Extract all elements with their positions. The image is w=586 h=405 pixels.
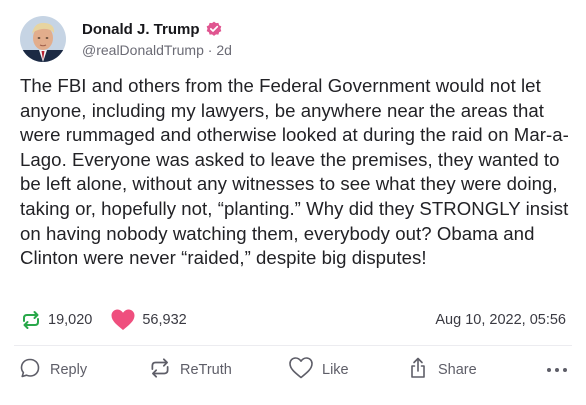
reply-button[interactable]: Reply [18,356,148,385]
post-timestamp[interactable]: Aug 10, 2022, 05:56 [435,312,566,328]
share-icon [406,356,430,385]
heart-outline-icon [288,356,314,385]
more-icon [546,361,568,379]
display-name[interactable]: Donald J. Trump [82,21,200,38]
handle[interactable]: @realDonaldTrump [82,42,204,58]
avatar[interactable] [20,16,66,62]
divider [14,345,572,346]
verified-badge-icon [206,21,222,37]
retruth-stat-icon [20,309,42,331]
post-age: 2d [216,41,232,58]
share-label: Share [438,362,477,378]
retruth-label: ReTruth [180,362,232,378]
like-label: Like [322,362,349,378]
retruth-button[interactable]: ReTruth [148,356,288,385]
action-bar: Reply ReTruth Like Share [18,354,568,386]
like-count[interactable]: 56,932 [110,308,187,332]
like-count-value: 56,932 [142,312,187,328]
more-options-button[interactable] [546,361,568,379]
retruth-count[interactable]: 19,020 [20,309,92,331]
heart-filled-icon [110,308,136,332]
reply-label: Reply [50,362,88,378]
reply-icon [18,356,42,385]
author-meta: Donald J. Trump @realDonaldTrump · 2d [82,21,232,58]
like-button[interactable]: Like [288,356,406,385]
share-button[interactable]: Share [406,356,516,385]
post-header: Donald J. Trump @realDonaldTrump · 2d [20,14,232,64]
truth-post: Donald J. Trump @realDonaldTrump · 2d Th… [0,0,586,405]
retruth-count-value: 19,020 [48,312,93,328]
post-body: The FBI and others from the Federal Gove… [20,75,569,269]
retruth-icon [148,356,172,385]
post-stats: 19,020 56,932 Aug 10, 2022, 05:56 [20,306,566,334]
